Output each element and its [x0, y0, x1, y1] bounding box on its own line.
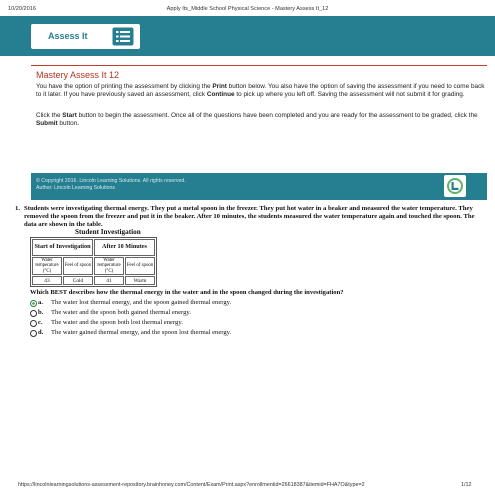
assess-it-banner: Assess It — [0, 16, 495, 56]
question-1: 1. Students were investigating thermal e… — [15, 205, 480, 230]
table-cell: Warm — [125, 276, 155, 286]
table-column-header: Water temperature (°C) — [94, 257, 124, 276]
question-number: 1. — [15, 205, 21, 212]
emphasized-text: Continue — [206, 90, 235, 98]
table-group-header: Start of Investigation — [32, 239, 93, 256]
choice-text: The water lost thermal energy, and the s… — [51, 299, 232, 306]
investigation-table: Start of Investigation After 10 Minutes … — [30, 237, 157, 288]
choice-text: The water and the spoon both gained ther… — [51, 309, 191, 316]
table-group-header: After 10 Minutes — [94, 239, 155, 256]
author-text: Author: Lincoln Learning Solutions — [36, 185, 116, 191]
question-text: Students were investigating thermal ener… — [24, 205, 475, 229]
question-stem: 1. Students were investigating thermal e… — [15, 205, 480, 230]
print-document-title: Apply Its_Middle School Physical Science… — [166, 6, 329, 12]
emphasized-text: Start — [62, 112, 77, 119]
choice-text: The water and the spoon both lost therma… — [51, 319, 183, 326]
assess-it-label: Assess It — [48, 31, 88, 41]
paragraph-text: button to begin the assessment. Once all… — [76, 112, 478, 119]
table-cell: 43 — [32, 276, 62, 286]
print-instructions: You have the option of printing the asse… — [36, 83, 488, 99]
choice-letter: d. — [38, 329, 44, 336]
table-title: Student Investigation — [75, 228, 141, 236]
radio-button[interactable] — [30, 330, 37, 337]
radio-button[interactable] — [30, 320, 37, 327]
table-cell: Cold — [63, 276, 93, 286]
paragraph-text: button. — [57, 119, 79, 127]
table-column-header: Feel of spoon — [63, 257, 93, 276]
paragraph-text: You have the option of printing the asse… — [36, 83, 213, 90]
title-divider — [31, 65, 487, 66]
emphasized-text: Submit — [36, 119, 58, 127]
checklist-icon — [112, 27, 134, 46]
choice-letter: b. — [38, 309, 44, 316]
choice-letter: c. — [38, 319, 43, 326]
choice-letter: a. — [38, 299, 43, 306]
radio-button[interactable] — [30, 300, 37, 307]
copyright-band: © Copyright 2016. Lincoln Learning Solut… — [31, 173, 487, 200]
table-row: 43 Cold 41 Warm — [32, 276, 155, 286]
question-prompt: Which BEST describes how the thermal ene… — [30, 289, 344, 296]
copyright-text: © Copyright 2016. Lincoln Learning Solut… — [36, 178, 186, 184]
page-url: https://lincolnlearningsolutions-assessm… — [18, 482, 365, 488]
choice-text: The water gained thermal energy, and the… — [51, 329, 232, 336]
table-cell: 41 — [94, 276, 124, 286]
paragraph-text: Click the — [36, 112, 63, 119]
print-header: 10/20/2016 Apply Its_Middle School Physi… — [0, 0, 495, 16]
radio-button[interactable] — [30, 310, 37, 317]
lincoln-learning-logo-icon — [444, 175, 466, 197]
emphasized-text: Print — [212, 83, 227, 90]
assess-it-badge: Assess It — [31, 24, 140, 49]
table-column-header: Feel of spoon — [125, 257, 155, 276]
page-number: 1/12 — [461, 482, 472, 488]
page-title: Mastery Assess It 12 — [36, 70, 120, 80]
paragraph-text: to pick up where you left off. Saving th… — [234, 90, 465, 98]
table-column-header: Water temperature (°C) — [32, 257, 62, 276]
start-instructions: Click the Start button to begin the asse… — [36, 112, 488, 128]
